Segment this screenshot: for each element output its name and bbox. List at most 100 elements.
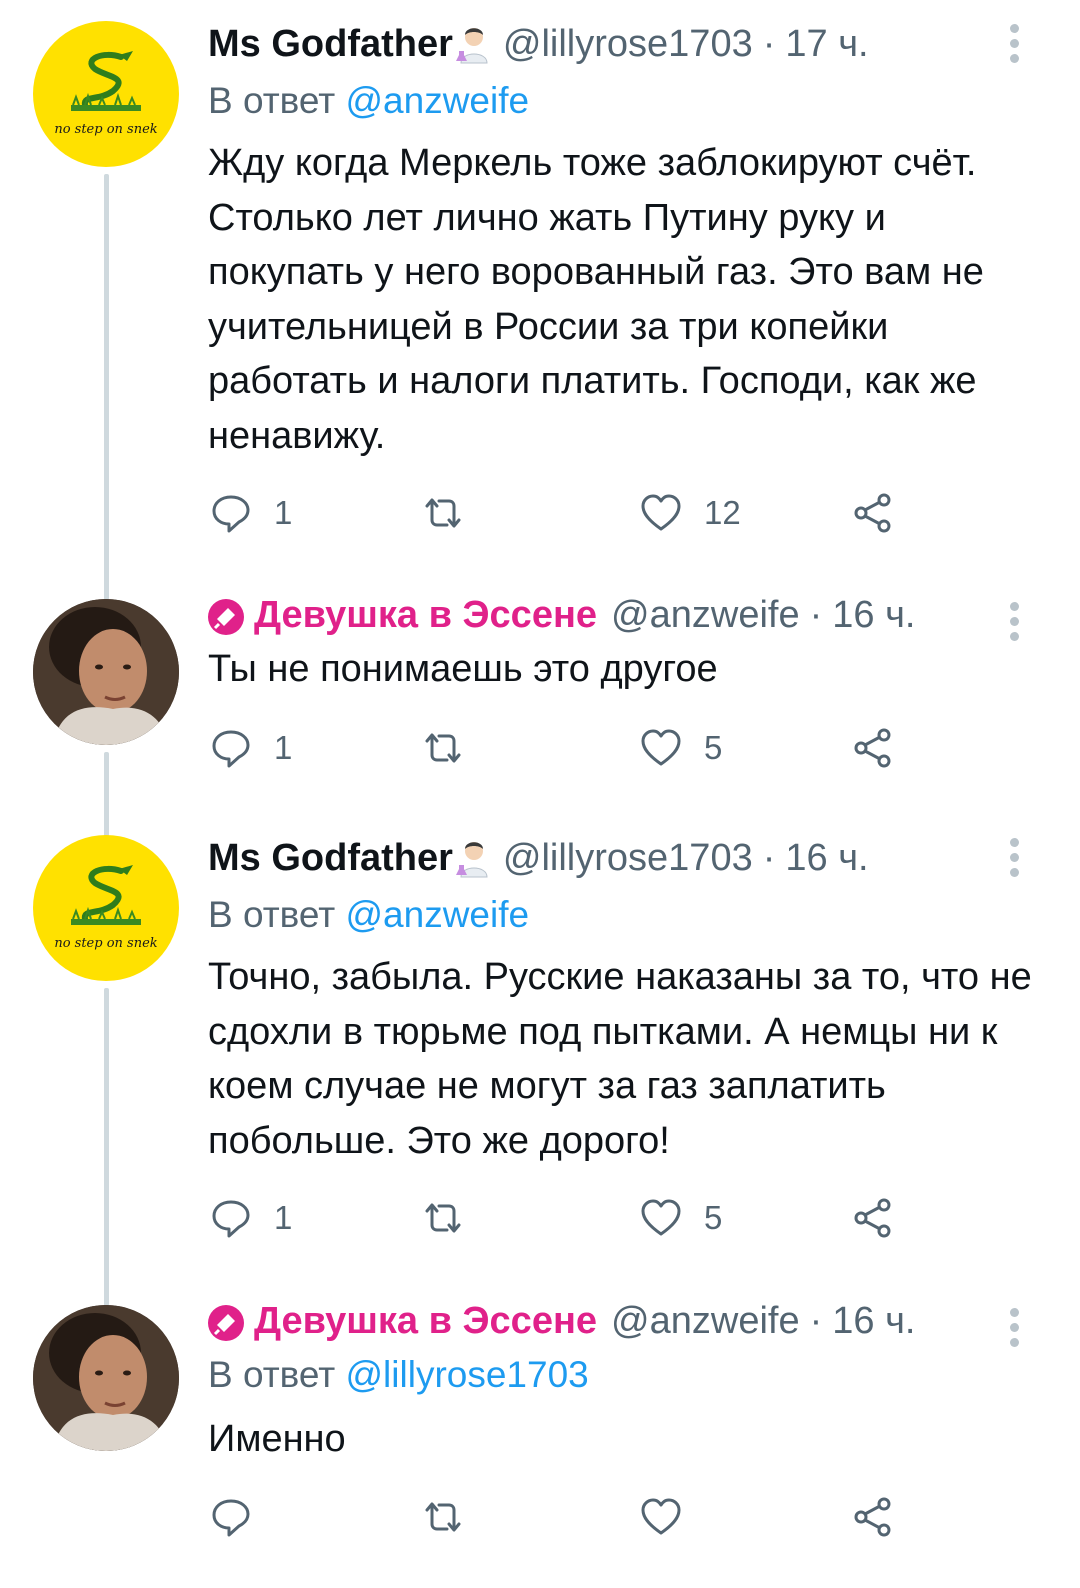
like-icon: [641, 494, 681, 531]
retweet-icon: [425, 1502, 461, 1532]
author-name[interactable]: Ms Godfather: [208, 837, 453, 880]
avatar-snek[interactable]: no step on snek: [33, 835, 179, 981]
reply-button[interactable]: [208, 1492, 274, 1542]
like-button[interactable]: 5: [638, 1193, 722, 1243]
author-handle[interactable]: @lillyrose1703: [503, 837, 753, 880]
author-handle[interactable]: @anzweife: [611, 1300, 800, 1343]
tweet-header: Ms Godfather @lillyrose1703 · 16 ч.: [208, 828, 869, 888]
separator-dot: ·: [809, 593, 823, 636]
timestamp[interactable]: 16 ч.: [832, 1300, 915, 1343]
share-button[interactable]: [850, 488, 896, 538]
thread-line: [104, 988, 109, 1306]
reply-prefix: В ответ: [208, 894, 336, 935]
tweet[interactable]: no step on snek Ms Godfather @lillyrose1…: [0, 18, 1080, 600]
tweet-header: Девушка в Эссене @anzweife · 16 ч.: [208, 1291, 915, 1351]
reply-count: 1: [274, 494, 293, 531]
avatar-woman[interactable]: [33, 1305, 179, 1451]
tweet-header: Девушка в Эссене @anzweife · 16 ч.: [208, 585, 915, 645]
separator-dot: ·: [762, 836, 776, 879]
retweet-button[interactable]: [420, 723, 486, 773]
tweet-text: Точно, забыла. Русские наказаны за то, ч…: [208, 956, 1032, 1162]
retweet-icon: [425, 498, 461, 528]
like-count: 5: [704, 1199, 723, 1236]
tweet[interactable]: no step on snek Ms Godfather @lillyrose1…: [0, 832, 1080, 1306]
share-button[interactable]: [850, 1193, 896, 1243]
avatar-photo: [33, 1305, 179, 1451]
more-options-icon[interactable]: [1008, 838, 1020, 878]
share-icon: [854, 1198, 891, 1238]
reply-icon: [212, 495, 250, 533]
more-options-icon[interactable]: [1008, 1308, 1020, 1348]
share-icon: [854, 728, 891, 768]
avatar-snek[interactable]: no step on snek: [33, 21, 179, 167]
like-icon: [641, 1199, 681, 1236]
action-bar: 1 5: [208, 723, 928, 773]
retweet-button[interactable]: [420, 1193, 486, 1243]
author-handle[interactable]: @anzweife: [611, 594, 800, 637]
separator-dot: ·: [809, 1299, 823, 1342]
share-icon: [854, 493, 891, 533]
tweet-text: Именно: [208, 1418, 346, 1460]
reply-to: В ответ @anzweife: [208, 894, 529, 936]
like-button[interactable]: 12: [638, 488, 741, 538]
microphone-icon: [208, 1305, 244, 1341]
more-options-icon[interactable]: [1008, 602, 1020, 642]
retweet-icon: [425, 1203, 461, 1233]
avatar-woman[interactable]: [33, 599, 179, 745]
author-name[interactable]: Девушка в Эссене: [254, 594, 597, 637]
scientist-emoji-icon: [455, 28, 488, 64]
reply-mention[interactable]: @lillyrose1703: [346, 1354, 589, 1395]
timestamp[interactable]: 17 ч.: [785, 23, 868, 66]
scientist-emoji-icon: [455, 842, 488, 878]
like-icon: [641, 729, 681, 766]
reply-button[interactable]: 1: [208, 723, 292, 773]
reply-icon: [212, 1200, 250, 1238]
thread-line: [104, 752, 109, 842]
reply-count: 1: [274, 1199, 293, 1236]
avatar-photo: [33, 599, 179, 745]
tweet-text: Ты не понимаешь это другое: [208, 648, 718, 690]
share-button[interactable]: [850, 1492, 896, 1542]
reply-icon: [212, 730, 250, 768]
share-button[interactable]: [850, 723, 896, 773]
author-name[interactable]: Девушка в Эссене: [254, 1300, 597, 1343]
like-button[interactable]: [638, 1492, 704, 1542]
retweet-button[interactable]: [420, 1492, 486, 1542]
avatar-caption: no step on snek: [54, 936, 157, 951]
thread-line: [104, 174, 109, 600]
snake-icon: no step on snek: [54, 51, 158, 137]
share-icon: [854, 1497, 891, 1537]
timestamp[interactable]: 16 ч.: [832, 594, 915, 637]
like-count: 12: [704, 494, 741, 531]
reply-prefix: В ответ: [208, 80, 336, 121]
action-bar: 1 5: [208, 1193, 928, 1243]
reply-count: 1: [274, 729, 293, 766]
separator-dot: ·: [762, 22, 776, 65]
action-bar: [208, 1492, 928, 1542]
action-bar: 1 12: [208, 488, 928, 538]
reply-prefix: В ответ: [208, 1354, 336, 1395]
reply-button[interactable]: 1: [208, 488, 292, 538]
avatar-caption: no step on snek: [54, 122, 157, 137]
more-options-icon[interactable]: [1008, 24, 1020, 64]
like-count: 5: [704, 729, 723, 766]
reply-mention[interactable]: @anzweife: [346, 80, 530, 121]
retweet-button[interactable]: [420, 488, 486, 538]
retweet-icon: [425, 733, 461, 763]
like-icon: [641, 1498, 681, 1535]
author-handle[interactable]: @lillyrose1703: [503, 23, 753, 66]
tweet[interactable]: Девушка в Эссене @anzweife · 16 ч. Ты не…: [0, 594, 1080, 842]
reply-button[interactable]: 1: [208, 1193, 292, 1243]
reply-to: В ответ @lillyrose1703: [208, 1354, 589, 1396]
tweet-header: Ms Godfather @lillyrose1703 · 17 ч.: [208, 14, 869, 74]
reply-icon: [212, 1499, 250, 1537]
tweet-text: Жду когда Меркель тоже заблокируют счёт.…: [208, 142, 984, 457]
reply-mention[interactable]: @anzweife: [346, 894, 530, 935]
tweet[interactable]: Девушка в Эссене @anzweife · 16 ч. В отв…: [0, 1300, 1080, 1588]
snake-icon: no step on snek: [54, 865, 158, 951]
reply-to: В ответ @anzweife: [208, 80, 529, 122]
author-name[interactable]: Ms Godfather: [208, 23, 453, 66]
timestamp[interactable]: 16 ч.: [785, 837, 868, 880]
like-button[interactable]: 5: [638, 723, 722, 773]
microphone-icon: [208, 599, 244, 635]
